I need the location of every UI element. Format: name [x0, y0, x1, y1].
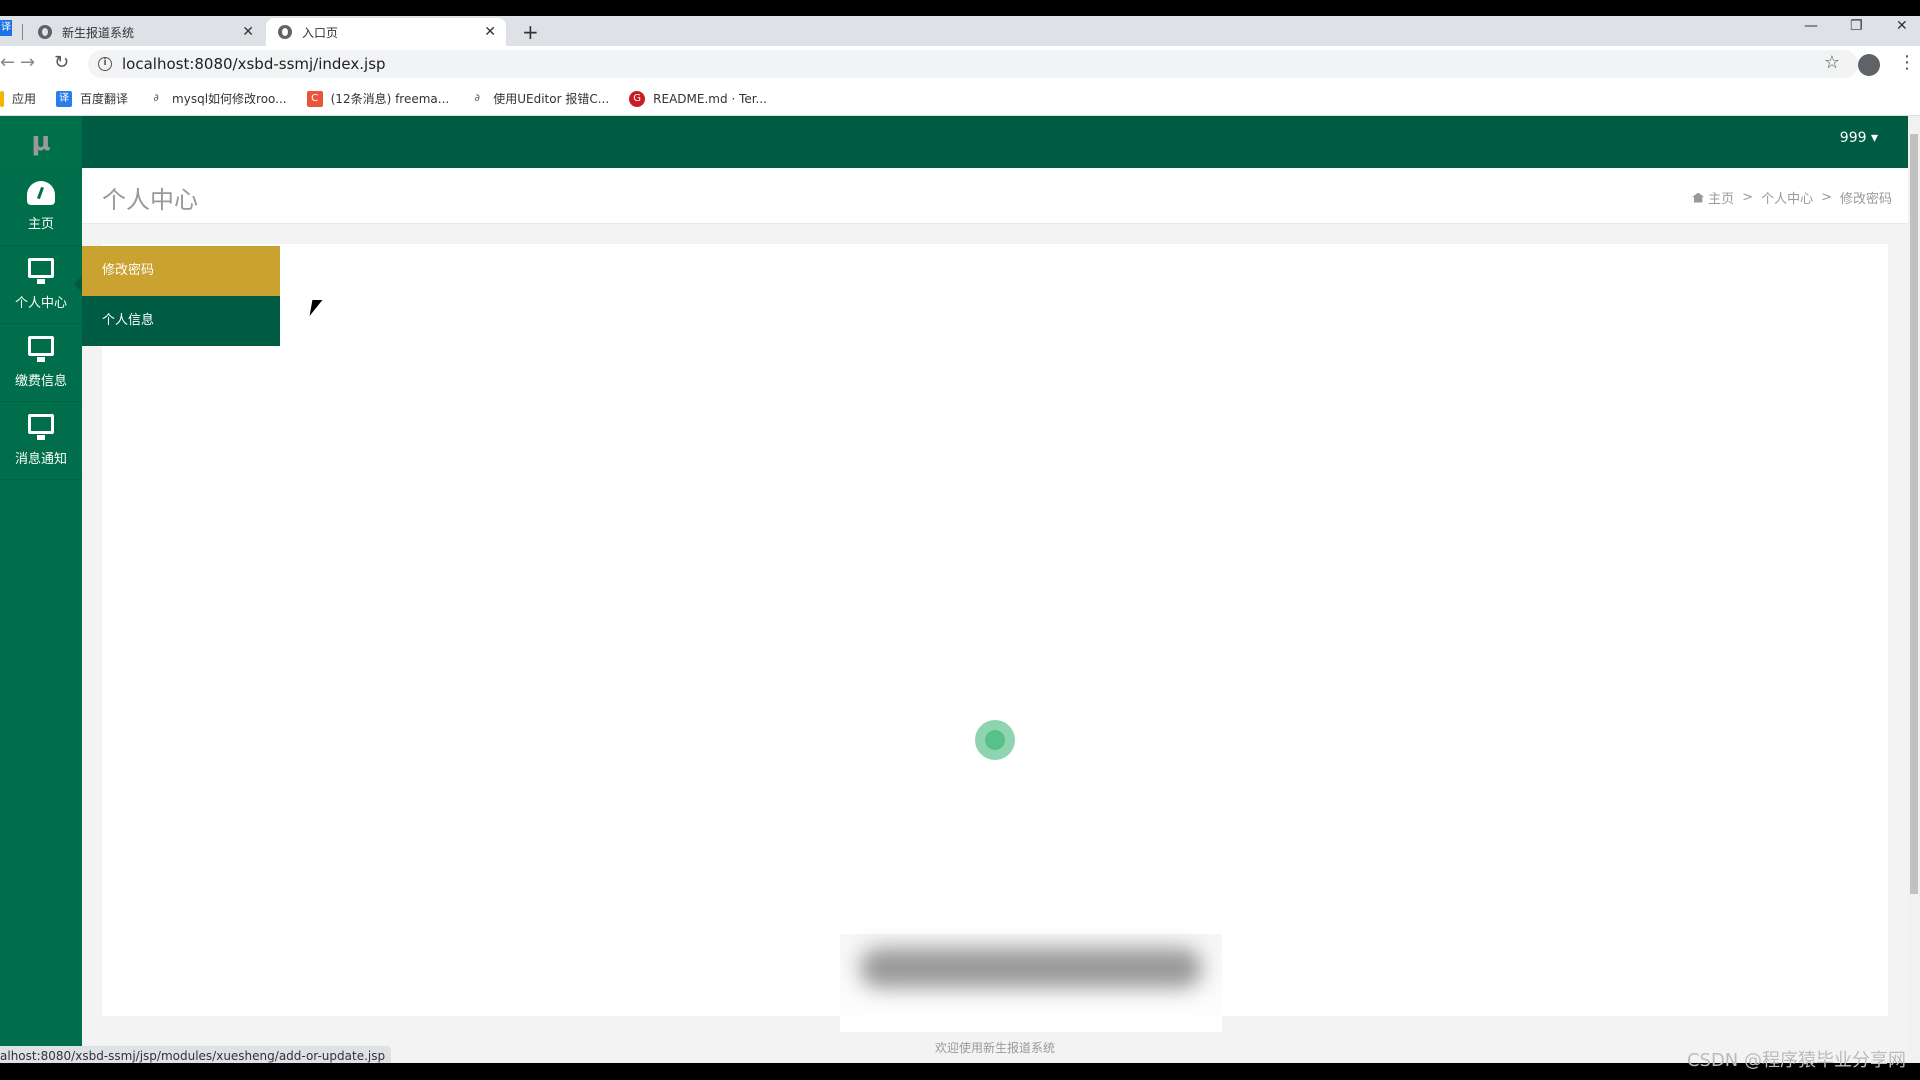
browser-tab[interactable]: 新生报道系统 ✕: [34, 18, 264, 46]
globe-icon: [278, 25, 292, 39]
user-menu-dropdown[interactable]: 999 ▾: [1840, 130, 1878, 146]
sidebar-item-payment-info[interactable]: 缴费信息: [0, 324, 82, 402]
sidebar-item-label: 缴费信息: [14, 374, 67, 389]
close-window-icon[interactable]: ✕: [1896, 18, 1908, 34]
home-icon: [1692, 192, 1705, 203]
bookmark-label: (12条消息) freema...: [330, 92, 450, 106]
tab-separator: [22, 24, 23, 40]
translate-extension-icon[interactable]: 译: [0, 20, 12, 36]
page-header: 个人中心 主页 > 个人中心 > 修改密码: [82, 168, 1908, 224]
reload-icon[interactable]: ↻: [54, 52, 69, 73]
sidebar: μ 主页 个人中心 缴费信息 消息通知: [0, 116, 82, 1063]
csdn-watermark: CSDN @程序猿毕业分享网: [1686, 1050, 1906, 1071]
submenu-personal-info[interactable]: 个人信息: [82, 296, 280, 346]
bookmark-item[interactable]: G README.md · Ter...: [629, 90, 767, 107]
csdn-icon: C: [306, 90, 323, 107]
bookmark-label: 应用: [12, 92, 37, 106]
breadcrumb: 主页 > 个人中心 > 修改密码: [1692, 188, 1892, 207]
dashboard-icon: [27, 181, 55, 205]
content-panel: [102, 244, 1888, 1016]
browser-menu-icon[interactable]: ⋮: [1898, 52, 1916, 73]
breadcrumb-current: 修改密码: [1839, 192, 1892, 207]
page-scrollbar[interactable]: [1908, 116, 1920, 1063]
bookmark-apps[interactable]: 应用: [0, 90, 36, 107]
top-navbar: 999 ▾: [82, 116, 1908, 168]
monitor-icon: [28, 258, 54, 284]
bookmark-label: mysql如何修改roo...: [172, 92, 287, 106]
breadcrumb-separator: >: [1821, 190, 1832, 205]
bookmark-label: 使用UEditor 报错C...: [493, 92, 610, 106]
bookmark-item[interactable]: ∂ 使用UEditor 报错C...: [469, 90, 610, 107]
scrollbar-thumb[interactable]: [1910, 134, 1918, 894]
screen-bottom-border: [0, 1063, 1920, 1080]
browser-tab-active[interactable]: 入口页 ✕: [266, 18, 506, 46]
sidebar-item-label: 主页: [27, 217, 54, 232]
monitor-icon: [28, 336, 54, 362]
url-input[interactable]: i localhost:8080/xsbd-ssmj/index.jsp ☆: [88, 50, 1858, 78]
sidebar-item-notifications[interactable]: 消息通知: [0, 402, 82, 480]
back-icon[interactable]: ←: [0, 52, 15, 73]
tab-title: 新生报道系统: [62, 25, 135, 40]
page-title: 个人中心: [102, 186, 198, 214]
app-logo: μ: [0, 116, 82, 168]
link-icon: ∂: [153, 92, 159, 104]
sidebar-item-personal-center[interactable]: 个人中心: [0, 246, 82, 324]
info-icon[interactable]: i: [98, 57, 112, 71]
bookmark-label: README.md · Ter...: [653, 91, 767, 106]
browser-tab-bar: 译 新生报道系统 ✕ 入口页 ✕ + — ❐ ✕: [0, 16, 1920, 46]
link-icon: ∂: [474, 92, 480, 104]
breadcrumb-separator: >: [1742, 190, 1754, 205]
loading-spinner: [975, 720, 1015, 760]
minimize-icon[interactable]: —: [1804, 18, 1818, 34]
blurred-watermark: [840, 934, 1222, 1032]
bookmark-item[interactable]: 译 百度翻译: [56, 90, 128, 107]
apps-icon: [0, 90, 4, 107]
gitee-icon: G: [629, 90, 646, 107]
web-page: μ 主页 个人中心 缴费信息 消息通知 999 ▾ 个人中心 主页 > 个人中心…: [0, 116, 1920, 1063]
breadcrumb-home[interactable]: 主页: [1708, 188, 1734, 207]
new-tab-button[interactable]: +: [522, 20, 539, 44]
forward-icon[interactable]: →: [20, 52, 35, 73]
bookmark-item[interactable]: C (12条消息) freema...: [306, 90, 450, 107]
close-tab-icon[interactable]: ✕: [242, 24, 254, 40]
screen-top-border: [0, 0, 1920, 16]
bookmark-item[interactable]: ∂ mysql如何修改roo...: [148, 90, 287, 107]
url-text: localhost:8080/xsbd-ssmj/index.jsp: [122, 55, 386, 73]
submenu: 修改密码 个人信息: [82, 246, 280, 346]
sidebar-item-label: 消息通知: [14, 452, 67, 467]
bookmark-star-icon[interactable]: ☆: [1824, 52, 1840, 73]
bookmarks-bar: 应用 译 百度翻译 ∂ mysql如何修改roo... C (12条消息) fr…: [0, 82, 1920, 116]
submenu-change-password[interactable]: 修改密码: [82, 246, 280, 296]
bookmark-label: 百度翻译: [80, 92, 129, 106]
tab-title: 入口页: [302, 25, 339, 40]
monitor-icon: [28, 414, 54, 440]
restore-icon[interactable]: ❐: [1850, 18, 1863, 34]
close-tab-icon[interactable]: ✕: [484, 24, 496, 40]
account-icon[interactable]: [1858, 54, 1880, 76]
breadcrumb-personal-center[interactable]: 个人中心: [1761, 188, 1813, 207]
globe-icon: [38, 25, 52, 39]
address-bar: ← → ↻ i localhost:8080/xsbd-ssmj/index.j…: [0, 46, 1920, 82]
translate-icon: 译: [56, 90, 73, 107]
sidebar-item-home[interactable]: 主页: [0, 168, 82, 246]
sidebar-item-label: 个人中心: [14, 296, 67, 311]
